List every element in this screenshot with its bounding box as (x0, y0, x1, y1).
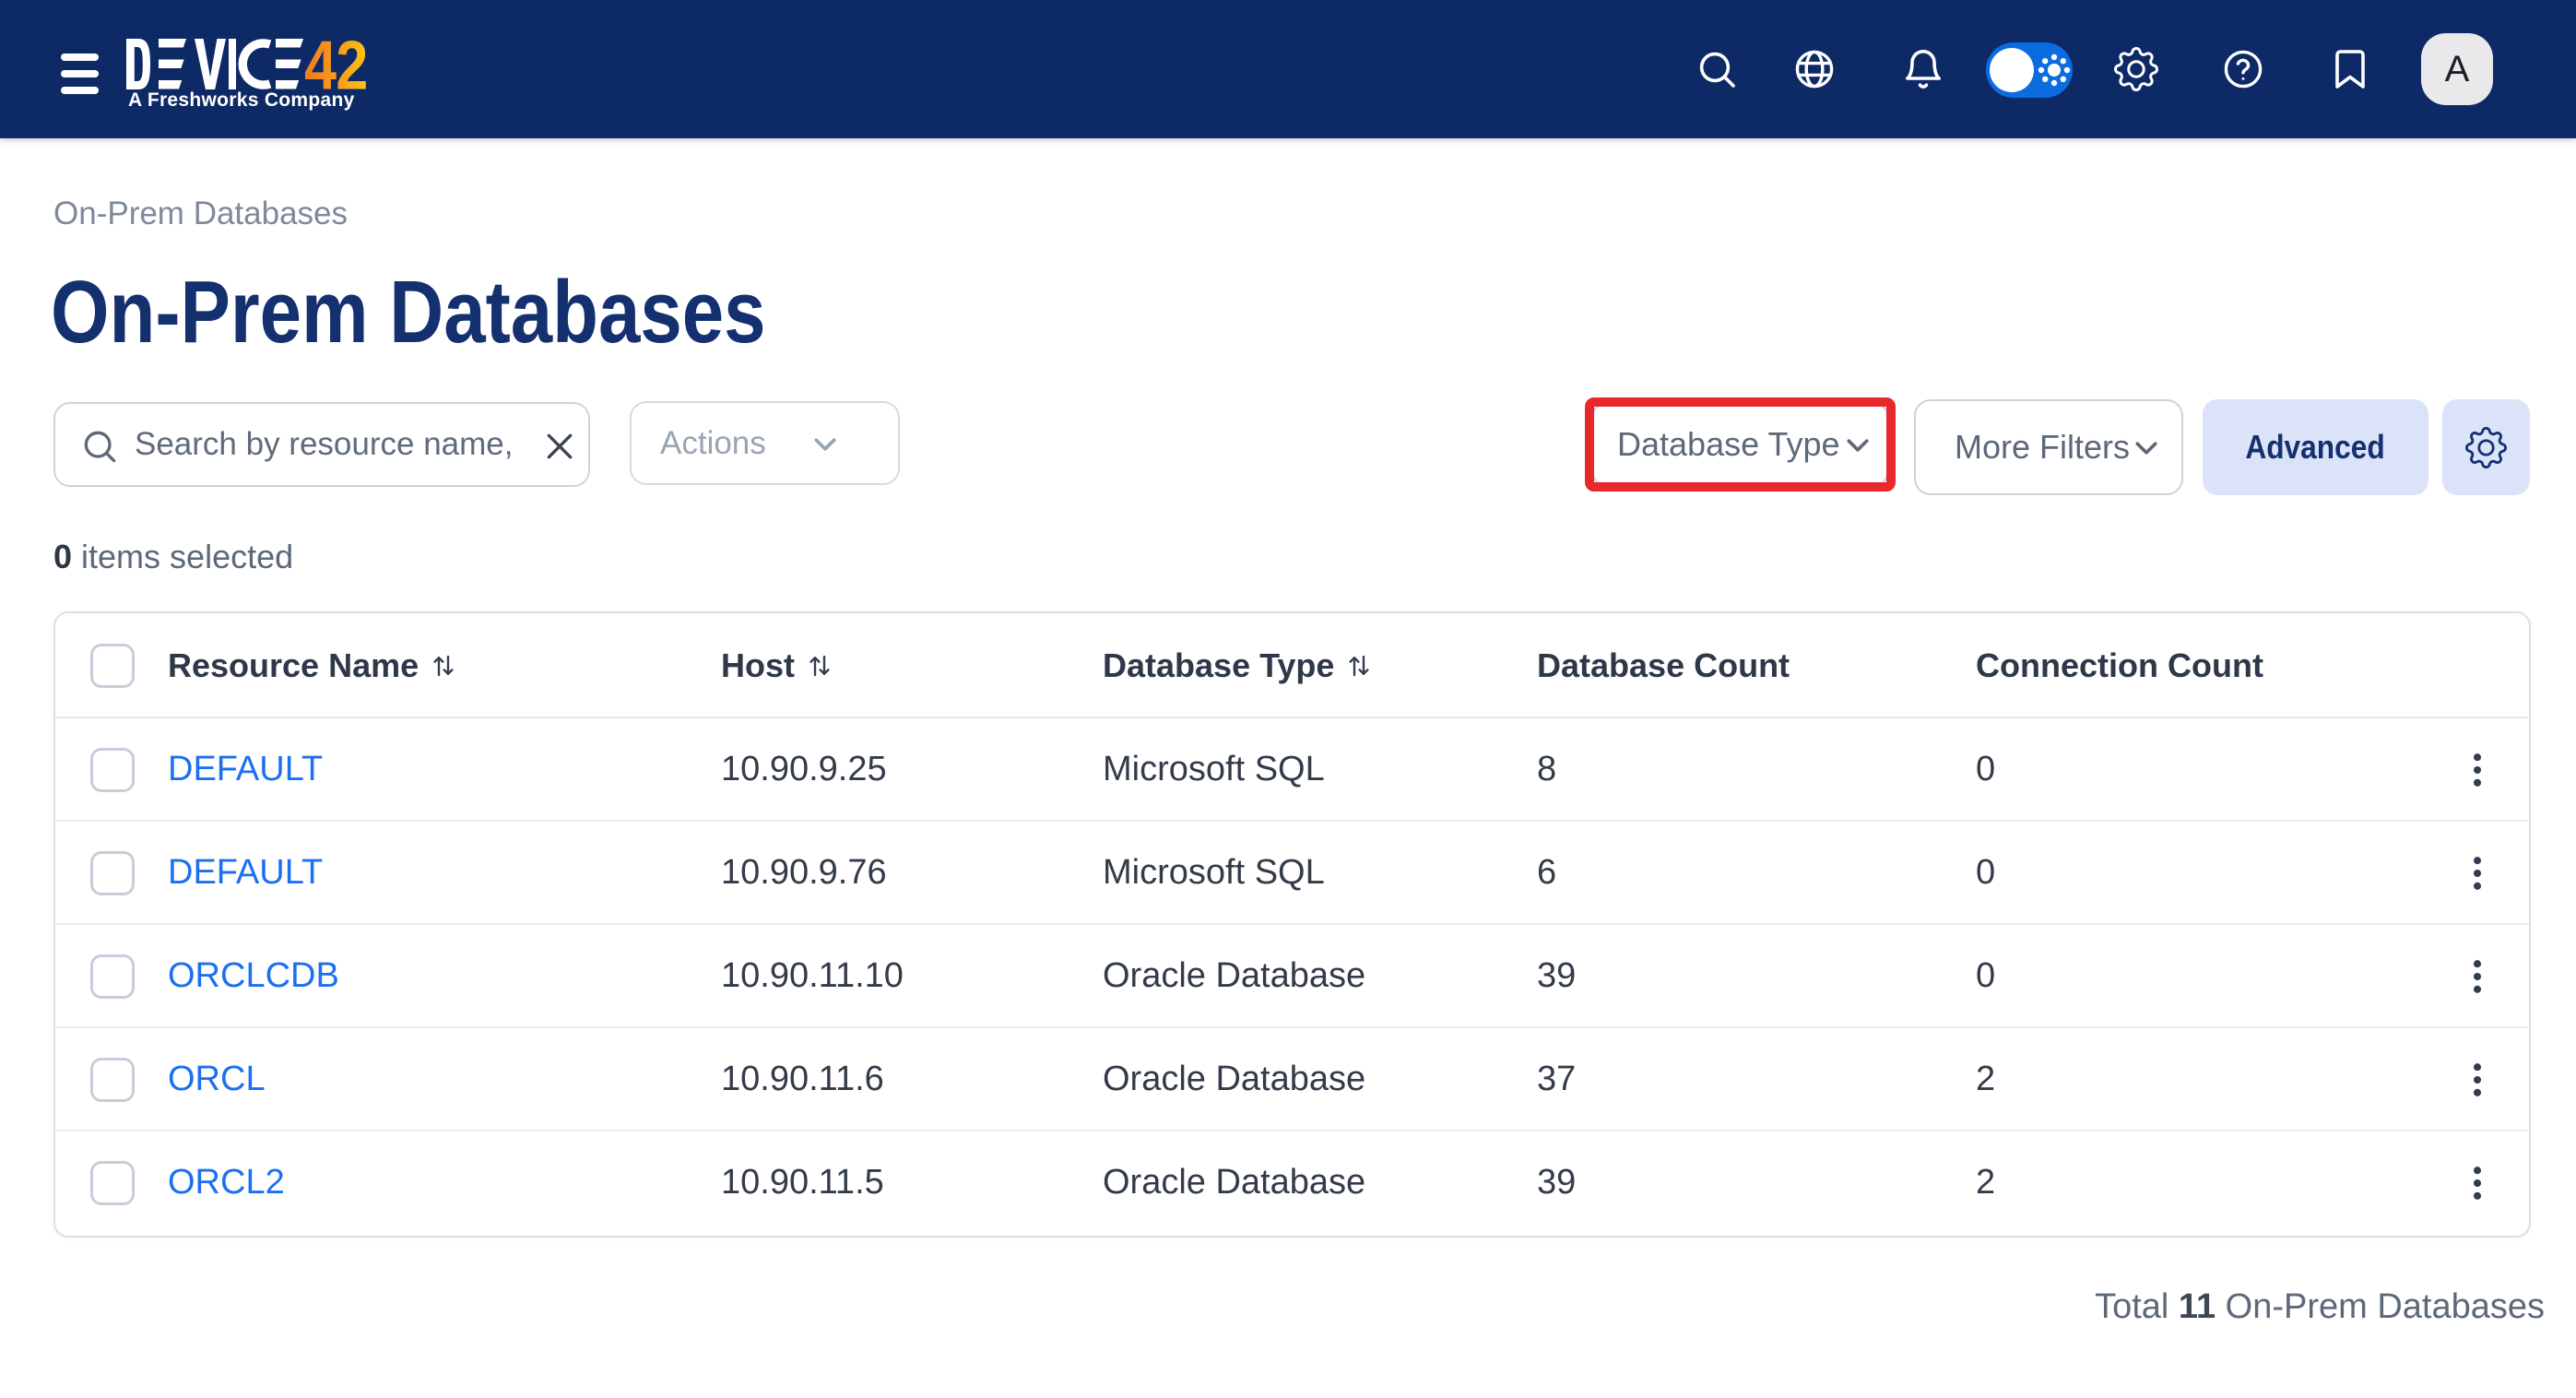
svg-text:42: 42 (304, 38, 367, 91)
